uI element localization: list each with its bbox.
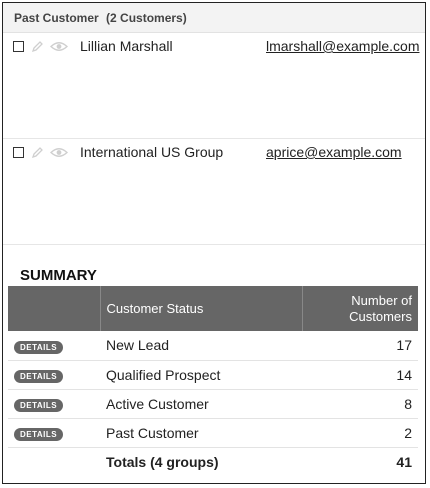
totals-label: Totals (4 groups) [106,454,219,471]
status-cell: Qualified Prospect [100,360,302,390]
totals-row: Totals (4 groups) 41 [8,447,418,477]
count-cell: 8 [302,389,418,419]
customer-name[interactable]: International US Group [80,144,223,160]
totals-spacer [8,447,100,477]
group-title: Past Customer [14,11,99,25]
details-button[interactable]: DETAILS [14,399,64,412]
customer-list-panel: Past Customer (2 Customers) Lillian Mars… [2,2,426,484]
count-cell: 14 [302,360,418,390]
count-cell: 2 [302,418,418,448]
eye-icon[interactable] [49,146,69,164]
pencil-icon[interactable] [31,146,44,164]
summary-row: DETAILS Past Customer 2 [8,418,418,448]
totals-count: 41 [396,454,412,471]
status-cell: New Lead [100,331,302,361]
summary-row: DETAILS New Lead 17 [8,331,418,361]
summary-row: DETAILS Qualified Prospect 14 [8,360,418,390]
status-cell: Active Customer [100,389,302,419]
group-count: (2 Customers) [106,11,187,25]
count-column-header: Number of Customers [302,286,418,331]
customer-email-link[interactable]: lmarshall@example.com [266,38,419,54]
eye-icon[interactable] [49,40,69,58]
status-column-header: Customer Status [100,286,303,331]
status-cell: Past Customer [100,418,302,448]
summary-table: Customer Status Number of Customers DETA… [8,286,418,477]
customer-email-link[interactable]: aprice@example.com [266,144,402,160]
select-checkbox[interactable] [13,41,24,52]
customer-record: International US Group aprice@example.co… [3,139,425,245]
select-checkbox[interactable] [13,147,24,158]
summary-header-row: Customer Status Number of Customers [8,286,418,331]
pencil-icon[interactable] [31,40,44,58]
summary-title: SUMMARY [20,267,97,284]
group-header: Past Customer (2 Customers) [3,3,425,33]
customer-record: Lillian Marshall lmarshall@example.com [3,33,425,139]
details-column-header [8,286,101,331]
summary-row: DETAILS Active Customer 8 [8,389,418,419]
details-button[interactable]: DETAILS [14,340,64,354]
count-cell: 17 [302,331,418,361]
details-button[interactable]: DETAILS [14,428,64,441]
customer-name[interactable]: Lillian Marshall [80,38,173,54]
details-button[interactable]: DETAILS [14,370,64,383]
